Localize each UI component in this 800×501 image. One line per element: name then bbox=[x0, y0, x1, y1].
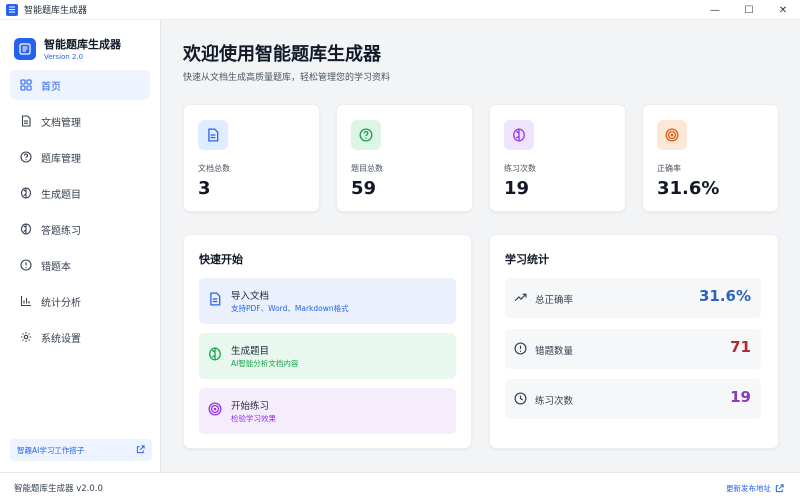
stat-card-accuracy: 正确率 31.6% bbox=[642, 104, 779, 212]
quickstart-panel: 快速开始 导入文档 支持PDF、Word、Markdown格式 生成题目 AI智… bbox=[183, 234, 472, 449]
target-icon bbox=[208, 402, 222, 416]
sidebar-item-question-bank[interactable]: 题库管理 bbox=[10, 142, 150, 172]
brain-icon bbox=[20, 187, 32, 199]
alert-circle-icon bbox=[20, 259, 32, 271]
window-titlebar: 智能题库生成器 — ☐ ✕ bbox=[0, 0, 800, 20]
stat-row-practice: 练习次数 19 bbox=[505, 379, 761, 419]
sidebar-item-home[interactable]: 首页 bbox=[10, 70, 150, 100]
brain-icon bbox=[504, 120, 534, 150]
learning-stats-title: 学习统计 bbox=[505, 253, 549, 266]
stat-card-questions: 题目总数 59 bbox=[336, 104, 473, 212]
action-title: 生成题目 bbox=[231, 346, 270, 357]
footer-version: 智能题库生成器 v2.0.0 bbox=[14, 484, 103, 494]
stat-card-documents: 文档总数 3 bbox=[183, 104, 320, 212]
brain-icon bbox=[209, 347, 221, 361]
stat-label: 正确率 bbox=[657, 164, 681, 173]
stat-value: 19 bbox=[504, 178, 530, 199]
close-button[interactable]: ✕ bbox=[766, 0, 800, 20]
action-desc: 检验学习效果 bbox=[231, 414, 276, 423]
learning-stats-panel: 学习统计 总正确率 31.6% 错题数量 71 练习次数 19 bbox=[489, 234, 779, 449]
home-grid-icon bbox=[20, 79, 32, 91]
generate-questions-button[interactable]: 生成题目 AI智能分析文档内容 bbox=[199, 333, 456, 379]
sidebar-item-practice[interactable]: 答题练习 bbox=[10, 214, 150, 244]
stat-row-label: 总正确率 bbox=[535, 295, 574, 306]
document-icon bbox=[210, 292, 221, 306]
action-title: 开始练习 bbox=[231, 401, 270, 412]
external-link-icon bbox=[775, 484, 784, 493]
brain-icon bbox=[20, 223, 32, 235]
stat-value: 59 bbox=[351, 178, 377, 199]
stat-row-mistakes: 错题数量 71 bbox=[505, 329, 761, 369]
stat-label: 练习次数 bbox=[504, 164, 536, 173]
stat-label: 文档总数 bbox=[198, 164, 230, 173]
import-document-button[interactable]: 导入文档 支持PDF、Word、Markdown格式 bbox=[199, 278, 456, 324]
sidebar: 智能题库生成器 Version 2.0 首页 文档管理 题库管理 生成题目 答题… bbox=[0, 20, 161, 472]
trend-up-icon bbox=[514, 293, 527, 302]
question-circle-icon bbox=[351, 120, 381, 150]
sidebar-item-label: 统计分析 bbox=[41, 297, 81, 309]
quickstart-title: 快速开始 bbox=[199, 253, 243, 266]
sidebar-item-label: 错题本 bbox=[41, 261, 71, 273]
maximize-button[interactable]: ☐ bbox=[732, 0, 766, 20]
sidebar-item-generate[interactable]: 生成题目 bbox=[10, 178, 150, 208]
sidebar-item-label: 文档管理 bbox=[41, 117, 81, 129]
sidebar-item-label: 系统设置 bbox=[41, 333, 81, 345]
app-logo-icon bbox=[14, 37, 36, 60]
release-link-text: 更新发布地址 bbox=[726, 484, 771, 493]
action-desc: AI智能分析文档内容 bbox=[231, 359, 299, 368]
window-title: 智能题库生成器 bbox=[24, 6, 88, 16]
sidebar-item-documents[interactable]: 文档管理 bbox=[10, 106, 150, 136]
target-icon bbox=[657, 120, 687, 150]
sidebar-item-statistics[interactable]: 统计分析 bbox=[10, 286, 150, 316]
stat-row-label: 练习次数 bbox=[535, 396, 574, 407]
brand: 智能题库生成器 Version 2.0 bbox=[0, 20, 160, 68]
brand-title: 智能题库生成器 bbox=[44, 38, 121, 51]
document-icon bbox=[198, 120, 228, 150]
stat-row-accuracy: 总正确率 31.6% bbox=[505, 278, 761, 318]
alert-circle-icon bbox=[514, 342, 527, 355]
start-practice-button[interactable]: 开始练习 检验学习效果 bbox=[199, 388, 456, 434]
app-icon bbox=[6, 3, 18, 16]
sidebar-item-mistakes[interactable]: 错题本 bbox=[10, 250, 150, 280]
page-subtitle: 快速从文档生成高质量题库，轻松管理您的学习资料 bbox=[183, 73, 391, 83]
stat-value: 3 bbox=[198, 178, 211, 199]
minimize-button[interactable]: — bbox=[698, 0, 732, 20]
bar-chart-icon bbox=[20, 296, 31, 307]
sidebar-item-label: 生成题目 bbox=[41, 189, 81, 201]
footer: 智能题库生成器 v2.0.0 更新发布地址 bbox=[0, 472, 800, 501]
page-title: 欢迎使用智能题库生成器 bbox=[183, 44, 381, 65]
sidebar-item-label: 首页 bbox=[41, 81, 61, 93]
stat-row-value: 19 bbox=[730, 388, 751, 406]
action-title: 导入文档 bbox=[231, 291, 270, 302]
sidebar-item-label: 题库管理 bbox=[41, 153, 81, 165]
gear-icon bbox=[21, 332, 31, 342]
release-link[interactable]: 更新发布地址 bbox=[726, 483, 784, 494]
stat-row-value: 71 bbox=[730, 338, 751, 356]
brand-version: Version 2.0 bbox=[44, 53, 84, 61]
external-link-icon bbox=[136, 445, 145, 454]
promo-text: 智趣AI学习工作搭子 bbox=[17, 445, 85, 455]
sidebar-nav: 首页 文档管理 题库管理 生成题目 答题练习 错题本 统计分析 系统设置 bbox=[0, 70, 160, 352]
sidebar-item-label: 答题练习 bbox=[41, 225, 81, 237]
document-icon bbox=[21, 115, 31, 127]
stat-value: 31.6% bbox=[657, 178, 720, 199]
promo-link[interactable]: 智趣AI学习工作搭子 bbox=[10, 439, 152, 461]
sidebar-item-settings[interactable]: 系统设置 bbox=[10, 322, 150, 352]
stat-card-practice: 练习次数 19 bbox=[489, 104, 626, 212]
main-content: 欢迎使用智能题库生成器 快速从文档生成高质量题库，轻松管理您的学习资料 文档总数… bbox=[161, 20, 800, 472]
clock-icon bbox=[514, 392, 527, 405]
stat-row-value: 31.6% bbox=[698, 287, 751, 305]
stat-row-label: 错题数量 bbox=[535, 346, 574, 357]
stat-label: 题目总数 bbox=[351, 164, 383, 173]
action-desc: 支持PDF、Word、Markdown格式 bbox=[231, 304, 349, 313]
question-circle-icon bbox=[20, 151, 32, 163]
